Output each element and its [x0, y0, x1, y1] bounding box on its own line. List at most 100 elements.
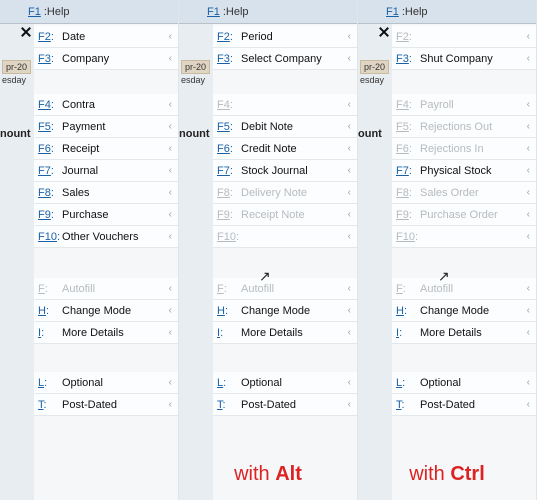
chevron-left-icon: ‹ [527, 327, 530, 338]
shortcut-item[interactable]: F5:Debit Note‹ [213, 116, 357, 138]
chevron-left-icon: ‹ [169, 121, 172, 132]
shortcut-key: F9: [38, 209, 62, 221]
shortcut-item[interactable]: T:Post-Dated‹ [392, 394, 536, 416]
shortcut-item: F10:‹ [392, 226, 536, 248]
group-gap [392, 344, 536, 372]
chevron-left-icon: ‹ [169, 305, 172, 316]
shortcut-item[interactable]: F8:Sales‹ [34, 182, 178, 204]
group-gap [213, 70, 357, 94]
chevron-left-icon: ‹ [348, 143, 351, 154]
header-key: F1 [207, 6, 220, 18]
shortcut-key: F7: [396, 165, 420, 177]
shortcut-item: F2:‹ [392, 26, 536, 48]
help-header[interactable]: F1: Help [179, 0, 357, 24]
shortcut-label: Rejections Out [420, 121, 492, 133]
header-key: F1 [386, 6, 399, 18]
shortcut-label: Debit Note [241, 121, 293, 133]
chevron-left-icon: ‹ [527, 99, 530, 110]
shortcut-key: F5: [217, 121, 241, 133]
shortcut-item[interactable]: I:More Details‹ [392, 322, 536, 344]
shortcut-label: Sales Order [420, 187, 479, 199]
chevron-left-icon: ‹ [527, 231, 530, 242]
shortcut-item[interactable]: F3:Select Company ‹ [213, 48, 357, 70]
shortcut-key: I: [217, 327, 241, 339]
shortcut-item[interactable]: F2:Period‹ [213, 26, 357, 48]
shortcut-key: F6: [38, 143, 62, 155]
shortcut-key: F3: [217, 53, 241, 65]
shortcut-label: Payment [62, 121, 105, 133]
caption: with Alt [179, 463, 357, 486]
group-gap [34, 248, 178, 278]
shortcut-item[interactable]: F7:Journal‹ [34, 160, 178, 182]
shortcut-item[interactable]: F7:Stock Journal‹ [213, 160, 357, 182]
chevron-left-icon: ‹ [169, 399, 172, 410]
group-gap [213, 248, 357, 278]
shortcut-item: F4:‹ [213, 94, 357, 116]
shortcut-label: Purchase [62, 209, 108, 221]
chevron-left-icon: ‹ [169, 283, 172, 294]
chevron-left-icon: ‹ [169, 187, 172, 198]
close-icon[interactable] [20, 26, 32, 38]
chevron-left-icon: ‹ [348, 231, 351, 242]
chevron-left-icon: ‹ [348, 399, 351, 410]
shortcut-key: F8: [396, 187, 420, 199]
help-header[interactable]: F1: Help [0, 0, 178, 24]
shortcut-key: H: [396, 305, 420, 317]
date-fragment: pr-20 [181, 60, 210, 74]
shortcut-item[interactable]: L:Optional‹ [392, 372, 536, 394]
shortcut-item[interactable]: F6:Credit Note‹ [213, 138, 357, 160]
chevron-left-icon: ‹ [348, 187, 351, 198]
shortcut-label: Other Vouchers [62, 231, 138, 243]
shortcut-key: F6: [217, 143, 241, 155]
shortcut-item[interactable]: L:Optional‹ [34, 372, 178, 394]
shortcut-item[interactable]: F6:Receipt‹ [34, 138, 178, 160]
shortcut-item[interactable]: F3:Company‹ [34, 48, 178, 70]
shortcut-item: F:Autofill‹ [213, 278, 357, 300]
day-fragment: esday [181, 75, 205, 85]
chevron-left-icon: ‹ [527, 143, 530, 154]
shortcut-item[interactable]: H:Change Mode‹ [213, 300, 357, 322]
shortcut-item[interactable]: T:Post-Dated ‹ [213, 394, 357, 416]
shortcut-item: F6:Rejections In‹ [392, 138, 536, 160]
shortcut-item[interactable]: T:Post-Dated ‹ [34, 394, 178, 416]
shortcut-key: L: [38, 377, 62, 389]
amount-fragment: ount [358, 128, 382, 140]
shortcut-list: F2:Date‹F3:Company‹F4:Contra‹F5:Payment‹… [34, 24, 178, 416]
shortcut-item[interactable]: F9:Purchase ‹ [34, 204, 178, 226]
shortcut-label: Company [62, 53, 109, 65]
close-icon[interactable] [378, 26, 390, 38]
shortcut-label: Change Mode [62, 305, 131, 317]
chevron-left-icon: ‹ [169, 209, 172, 220]
shortcut-label: Post-Dated [241, 399, 296, 411]
shortcut-key: F: [217, 283, 241, 295]
panel-alt: F1: Helppr-20esdaynountF2:Period‹F3:Sele… [179, 0, 358, 500]
shortcut-label: Change Mode [241, 305, 310, 317]
shortcut-key: T: [38, 399, 62, 411]
amount-fragment: nount [179, 128, 210, 140]
chevron-left-icon: ‹ [169, 99, 172, 110]
shortcut-item: F9:Purchase Order‹ [392, 204, 536, 226]
shortcut-key: T: [217, 399, 241, 411]
help-header[interactable]: F1: Help [358, 0, 536, 24]
chevron-left-icon: ‹ [348, 53, 351, 64]
shortcut-item[interactable]: F5:Payment‹ [34, 116, 178, 138]
shortcut-label: Select Company [241, 53, 322, 65]
shortcut-item[interactable]: F4:Contra‹ [34, 94, 178, 116]
shortcut-item[interactable]: I:More Details‹ [34, 322, 178, 344]
shortcut-item[interactable]: F3:Shut Company‹ [392, 48, 536, 70]
shortcut-item[interactable]: H:Change Mode‹ [392, 300, 536, 322]
chevron-left-icon: ‹ [348, 305, 351, 316]
shortcut-item[interactable]: L:Optional‹ [213, 372, 357, 394]
chevron-left-icon: ‹ [348, 327, 351, 338]
shortcut-label: Change Mode [420, 305, 489, 317]
shortcut-key: F4: [217, 99, 241, 111]
shortcut-item[interactable]: F7:Physical Stock‹ [392, 160, 536, 182]
shortcut-label: Autofill [420, 283, 453, 295]
shortcut-item: F:Autofill‹ [392, 278, 536, 300]
shortcut-label: Post-Dated [62, 399, 117, 411]
date-fragment: pr-20 [2, 60, 31, 74]
shortcut-item[interactable]: H:Change Mode‹ [34, 300, 178, 322]
shortcut-item[interactable]: F10:Other Vouchers‹ [34, 226, 178, 248]
shortcut-item[interactable]: I:More Details‹ [213, 322, 357, 344]
shortcut-item[interactable]: F2:Date‹ [34, 26, 178, 48]
